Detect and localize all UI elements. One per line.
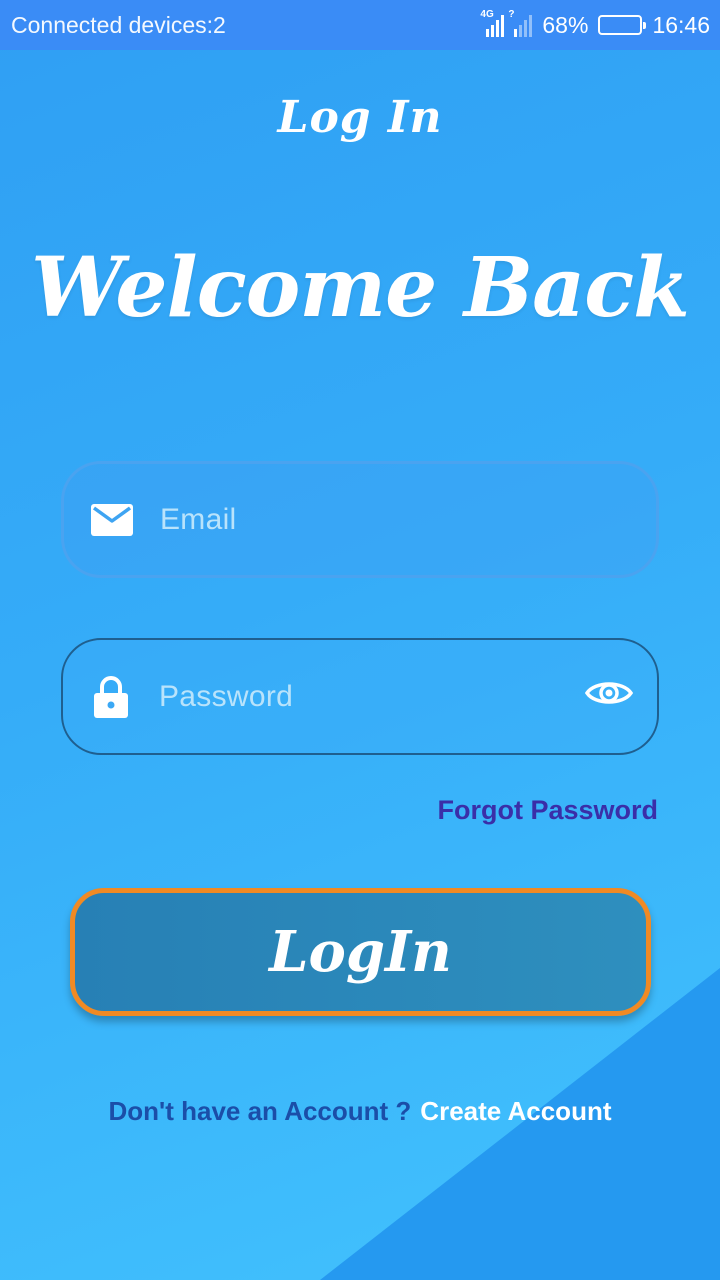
forgot-password-link[interactable]: Forgot Password (437, 795, 658, 826)
password-placeholder: Password (159, 679, 294, 713)
signal-sim2-icon: ? (508, 9, 533, 37)
email-field[interactable]: Email (61, 461, 659, 578)
mail-icon (90, 498, 134, 542)
lock-icon (89, 675, 133, 719)
signal-4g-icon: 4G (480, 9, 505, 37)
eye-icon[interactable] (584, 678, 634, 713)
battery-icon (598, 15, 647, 35)
clock: 16:46 (652, 11, 710, 38)
page-title: Log In (277, 92, 443, 143)
battery-percent: 68% (542, 11, 589, 38)
signup-prompt: Don't have an Account ? (108, 1096, 412, 1126)
signup-row: Don't have an Account ? Create Account (0, 1096, 720, 1127)
connected-devices-text: Connected devices:2 (11, 11, 226, 38)
status-bar: Connected devices:2 4G ? 68% 16:46 (0, 0, 720, 50)
password-field[interactable]: Password (61, 638, 659, 755)
login-button[interactable]: LogIn (70, 888, 651, 1016)
welcome-heading: Welcome Back (30, 240, 690, 336)
create-account-link[interactable]: Create Account (420, 1096, 611, 1127)
email-placeholder: Email (160, 502, 237, 536)
